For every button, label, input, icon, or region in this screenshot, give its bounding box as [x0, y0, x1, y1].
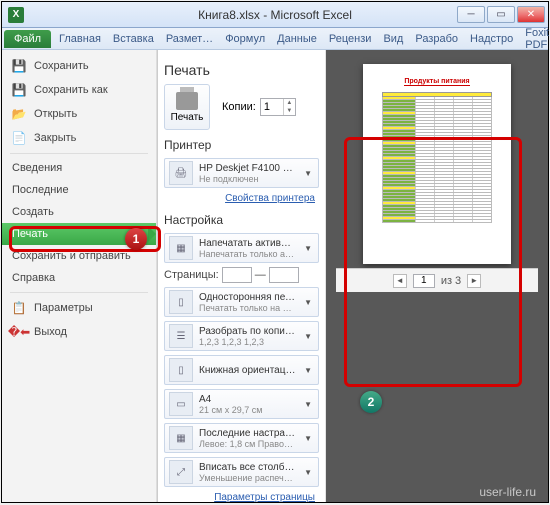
chevron-down-icon: ▼ [302, 169, 314, 178]
tab-developer[interactable]: Разрабо [409, 30, 464, 48]
current-page-input[interactable] [413, 274, 435, 288]
printer-header: Принтер [164, 138, 319, 152]
page-from-input[interactable] [222, 267, 252, 283]
callout-badge-1: 1 [125, 228, 147, 250]
print-preview: Продукты питания document.write(Array.fr… [326, 50, 548, 502]
sidebar-item-saveas[interactable]: 💾Сохранить как [2, 78, 156, 102]
saveas-icon: 💾 [12, 83, 26, 97]
close-button[interactable]: ✕ [517, 6, 545, 23]
sidebar-item-new[interactable]: Создать [2, 201, 156, 223]
options-icon: 📋 [12, 301, 26, 315]
tab-view[interactable]: Вид [377, 30, 409, 48]
tab-review[interactable]: Рецензи [323, 30, 378, 48]
save-icon: 💾 [12, 59, 26, 73]
paper-icon: ▭ [169, 392, 193, 416]
paper-size-select[interactable]: ▭ A421 см x 29,7 см ▼ [164, 389, 319, 419]
margins-icon: ▦ [169, 426, 193, 450]
tab-data[interactable]: Данные [271, 30, 323, 48]
scaling-icon: ⤢ [169, 460, 193, 484]
one-sided-icon: ▯ [169, 290, 193, 314]
sidebar-item-help[interactable]: Справка [2, 267, 156, 289]
tab-addins[interactable]: Надстро [464, 30, 519, 48]
backstage-sidebar: 💾Сохранить 💾Сохранить как 📂Открыть 📄Закр… [2, 50, 157, 502]
close-doc-icon: 📄 [12, 131, 26, 145]
print-what-select[interactable]: ▦ Напечатать активные листыНапечатать то… [164, 233, 319, 263]
sidebar-item-save[interactable]: 💾Сохранить [2, 54, 156, 78]
printer-select[interactable]: 🖨 HP Deskjet F4100 seriesНе подключен ▼ [164, 158, 319, 188]
print-settings-panel: Печать Печать Копии: 1▲▼ Принтер 🖨 HP De… [158, 50, 326, 502]
sheets-icon: ▦ [169, 236, 193, 260]
portrait-icon: ▯ [169, 358, 193, 382]
printer-icon [176, 92, 198, 110]
sidebar-item-exit[interactable]: �⬅Выход [2, 320, 156, 344]
print-header: Печать [164, 62, 319, 78]
sidebar-item-options[interactable]: 📋Параметры [2, 296, 156, 320]
sidebar-item-info[interactable]: Сведения [2, 157, 156, 179]
exit-icon: �⬅ [12, 325, 26, 339]
maximize-button[interactable]: ▭ [487, 6, 515, 23]
tab-foxit[interactable]: Foxit PDF [519, 24, 550, 54]
titlebar: X Книга8.xlsx - Microsoft Excel ─ ▭ ✕ [2, 2, 548, 28]
page-to-input[interactable] [269, 267, 299, 283]
tab-formulas[interactable]: Формул [219, 30, 271, 48]
preview-doc-title: Продукты питания [404, 78, 469, 86]
sidebar-item-recent[interactable]: Последние [2, 179, 156, 201]
tab-insert[interactable]: Вставка [107, 30, 160, 48]
page-of-text: из 3 [441, 275, 461, 287]
print-button[interactable]: Печать [164, 84, 210, 130]
prev-page-button[interactable]: ◄ [393, 274, 407, 288]
preview-table: document.write(Array.from({length:42},(_… [382, 92, 492, 223]
next-page-button[interactable]: ► [467, 274, 481, 288]
margins-select[interactable]: ▦ Последние настраиваемые …Левое: 1,8 см… [164, 423, 319, 453]
open-icon: 📂 [12, 107, 26, 121]
file-tab[interactable]: Файл [4, 30, 51, 48]
sidebar-item-close[interactable]: 📄Закрыть [2, 126, 156, 150]
sidebar-item-open[interactable]: 📂Открыть [2, 102, 156, 126]
pages-range: Страницы: — [164, 267, 319, 283]
setup-header: Настройка [164, 213, 319, 227]
tab-layout[interactable]: Размет… [160, 30, 219, 48]
printer-properties-link[interactable]: Свойства принтера [164, 192, 319, 205]
scaling-select[interactable]: ⤢ Вписать все столбцы на одн…Уменьшение … [164, 457, 319, 487]
collate-select[interactable]: ☰ Разобрать по копиям1,2,3 1,2,3 1,2,3 ▼ [164, 321, 319, 351]
preview-pager: ◄ из 3 ► [336, 268, 538, 292]
orientation-select[interactable]: ▯ Книжная ориентация ▼ [164, 355, 319, 385]
sides-select[interactable]: ▯ Односторонняя печатьПечатать только на… [164, 287, 319, 317]
page-setup-link[interactable]: Параметры страницы [164, 491, 319, 502]
printer-device-icon: 🖨 [169, 161, 193, 185]
preview-page: Продукты питания document.write(Array.fr… [363, 64, 511, 264]
tab-home[interactable]: Главная [53, 30, 107, 48]
copies-label: Копии: [222, 101, 256, 113]
callout-badge-2: 2 [360, 391, 382, 413]
minimize-button[interactable]: ─ [457, 6, 485, 23]
copies-input[interactable]: 1▲▼ [260, 98, 296, 116]
collate-icon: ☰ [169, 324, 193, 348]
ribbon-tabs: Файл Главная Вставка Размет… Формул Данн… [2, 28, 548, 50]
